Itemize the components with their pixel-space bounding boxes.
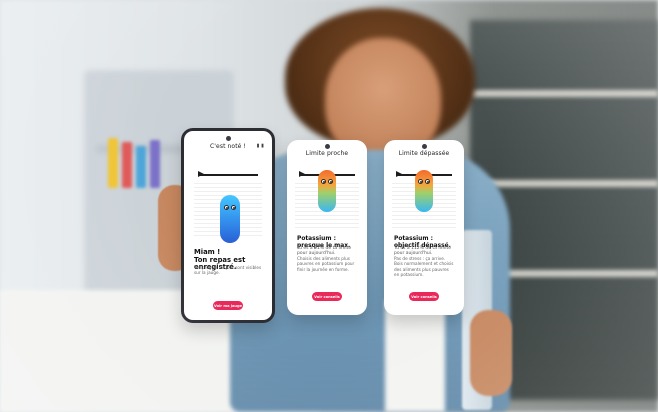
secondary-action-button[interactable]: Voir conseils — [312, 292, 342, 301]
scale-arrow-icon — [299, 171, 305, 177]
camera-icon — [225, 136, 231, 141]
eye-icon — [425, 179, 430, 184]
person-tee — [385, 300, 445, 412]
right-hand — [470, 310, 512, 396]
eye-icon — [224, 205, 229, 210]
phone-primary: C'est noté ! ▮ ▮ Miam ! Ton repas est en… — [181, 128, 275, 323]
camera-icon — [324, 144, 330, 149]
scene: C'est noté ! ▮ ▮ Miam ! Ton repas est en… — [0, 0, 658, 412]
eye-icon — [231, 205, 236, 210]
camera-icon — [421, 144, 427, 149]
shelf-plank — [470, 90, 658, 97]
screen-header-text: Limite proche — [305, 150, 349, 157]
mascot-character — [318, 170, 336, 212]
scale-arrow-icon — [198, 171, 204, 177]
scale-line — [198, 174, 258, 176]
phone-near-limit: Limite proche Potassium : presque le max… — [287, 140, 367, 315]
scale-arrow-icon — [396, 171, 402, 177]
screen-header-text: Limite dépassée — [398, 150, 450, 157]
book — [122, 142, 132, 188]
primary-action-button[interactable]: Voir ma jauge — [213, 301, 243, 310]
mascot-character — [220, 195, 240, 243]
screen-body: Pas de stress : ça arrive. Bois normalem… — [394, 256, 454, 277]
mascot-character — [415, 170, 433, 212]
eye-icon — [321, 179, 326, 184]
screen-header: C'est noté ! ▮ ▮ — [184, 143, 272, 150]
screen-header-text: C'est noté ! — [210, 143, 246, 150]
shelf-plank — [470, 180, 658, 187]
book — [150, 140, 160, 188]
mascot-eyes — [224, 205, 236, 211]
screen-body: Choisis des aliments plus pauvres en pot… — [297, 256, 355, 272]
status-icons: ▮ ▮ — [256, 143, 264, 149]
mascot-eyes — [321, 179, 333, 185]
book — [136, 146, 146, 188]
screen-header: Limite proche — [287, 150, 367, 157]
limit-scale — [198, 170, 258, 180]
phone-primary-screen: C'est noté ! ▮ ▮ Miam ! Ton repas est en… — [184, 131, 272, 320]
phone-limit-exceeded: Limite dépassée Potassium : objectif dép… — [384, 140, 464, 315]
secondary-action-button[interactable]: Voir conseils — [409, 292, 439, 301]
book — [108, 138, 118, 188]
mascot-eyes — [418, 179, 430, 185]
eye-icon — [418, 179, 423, 184]
screen-body: Tes progrès du jour sont visibles sur la… — [194, 265, 262, 276]
eye-icon — [328, 179, 333, 184]
screen-header: Limite dépassée — [384, 150, 464, 157]
